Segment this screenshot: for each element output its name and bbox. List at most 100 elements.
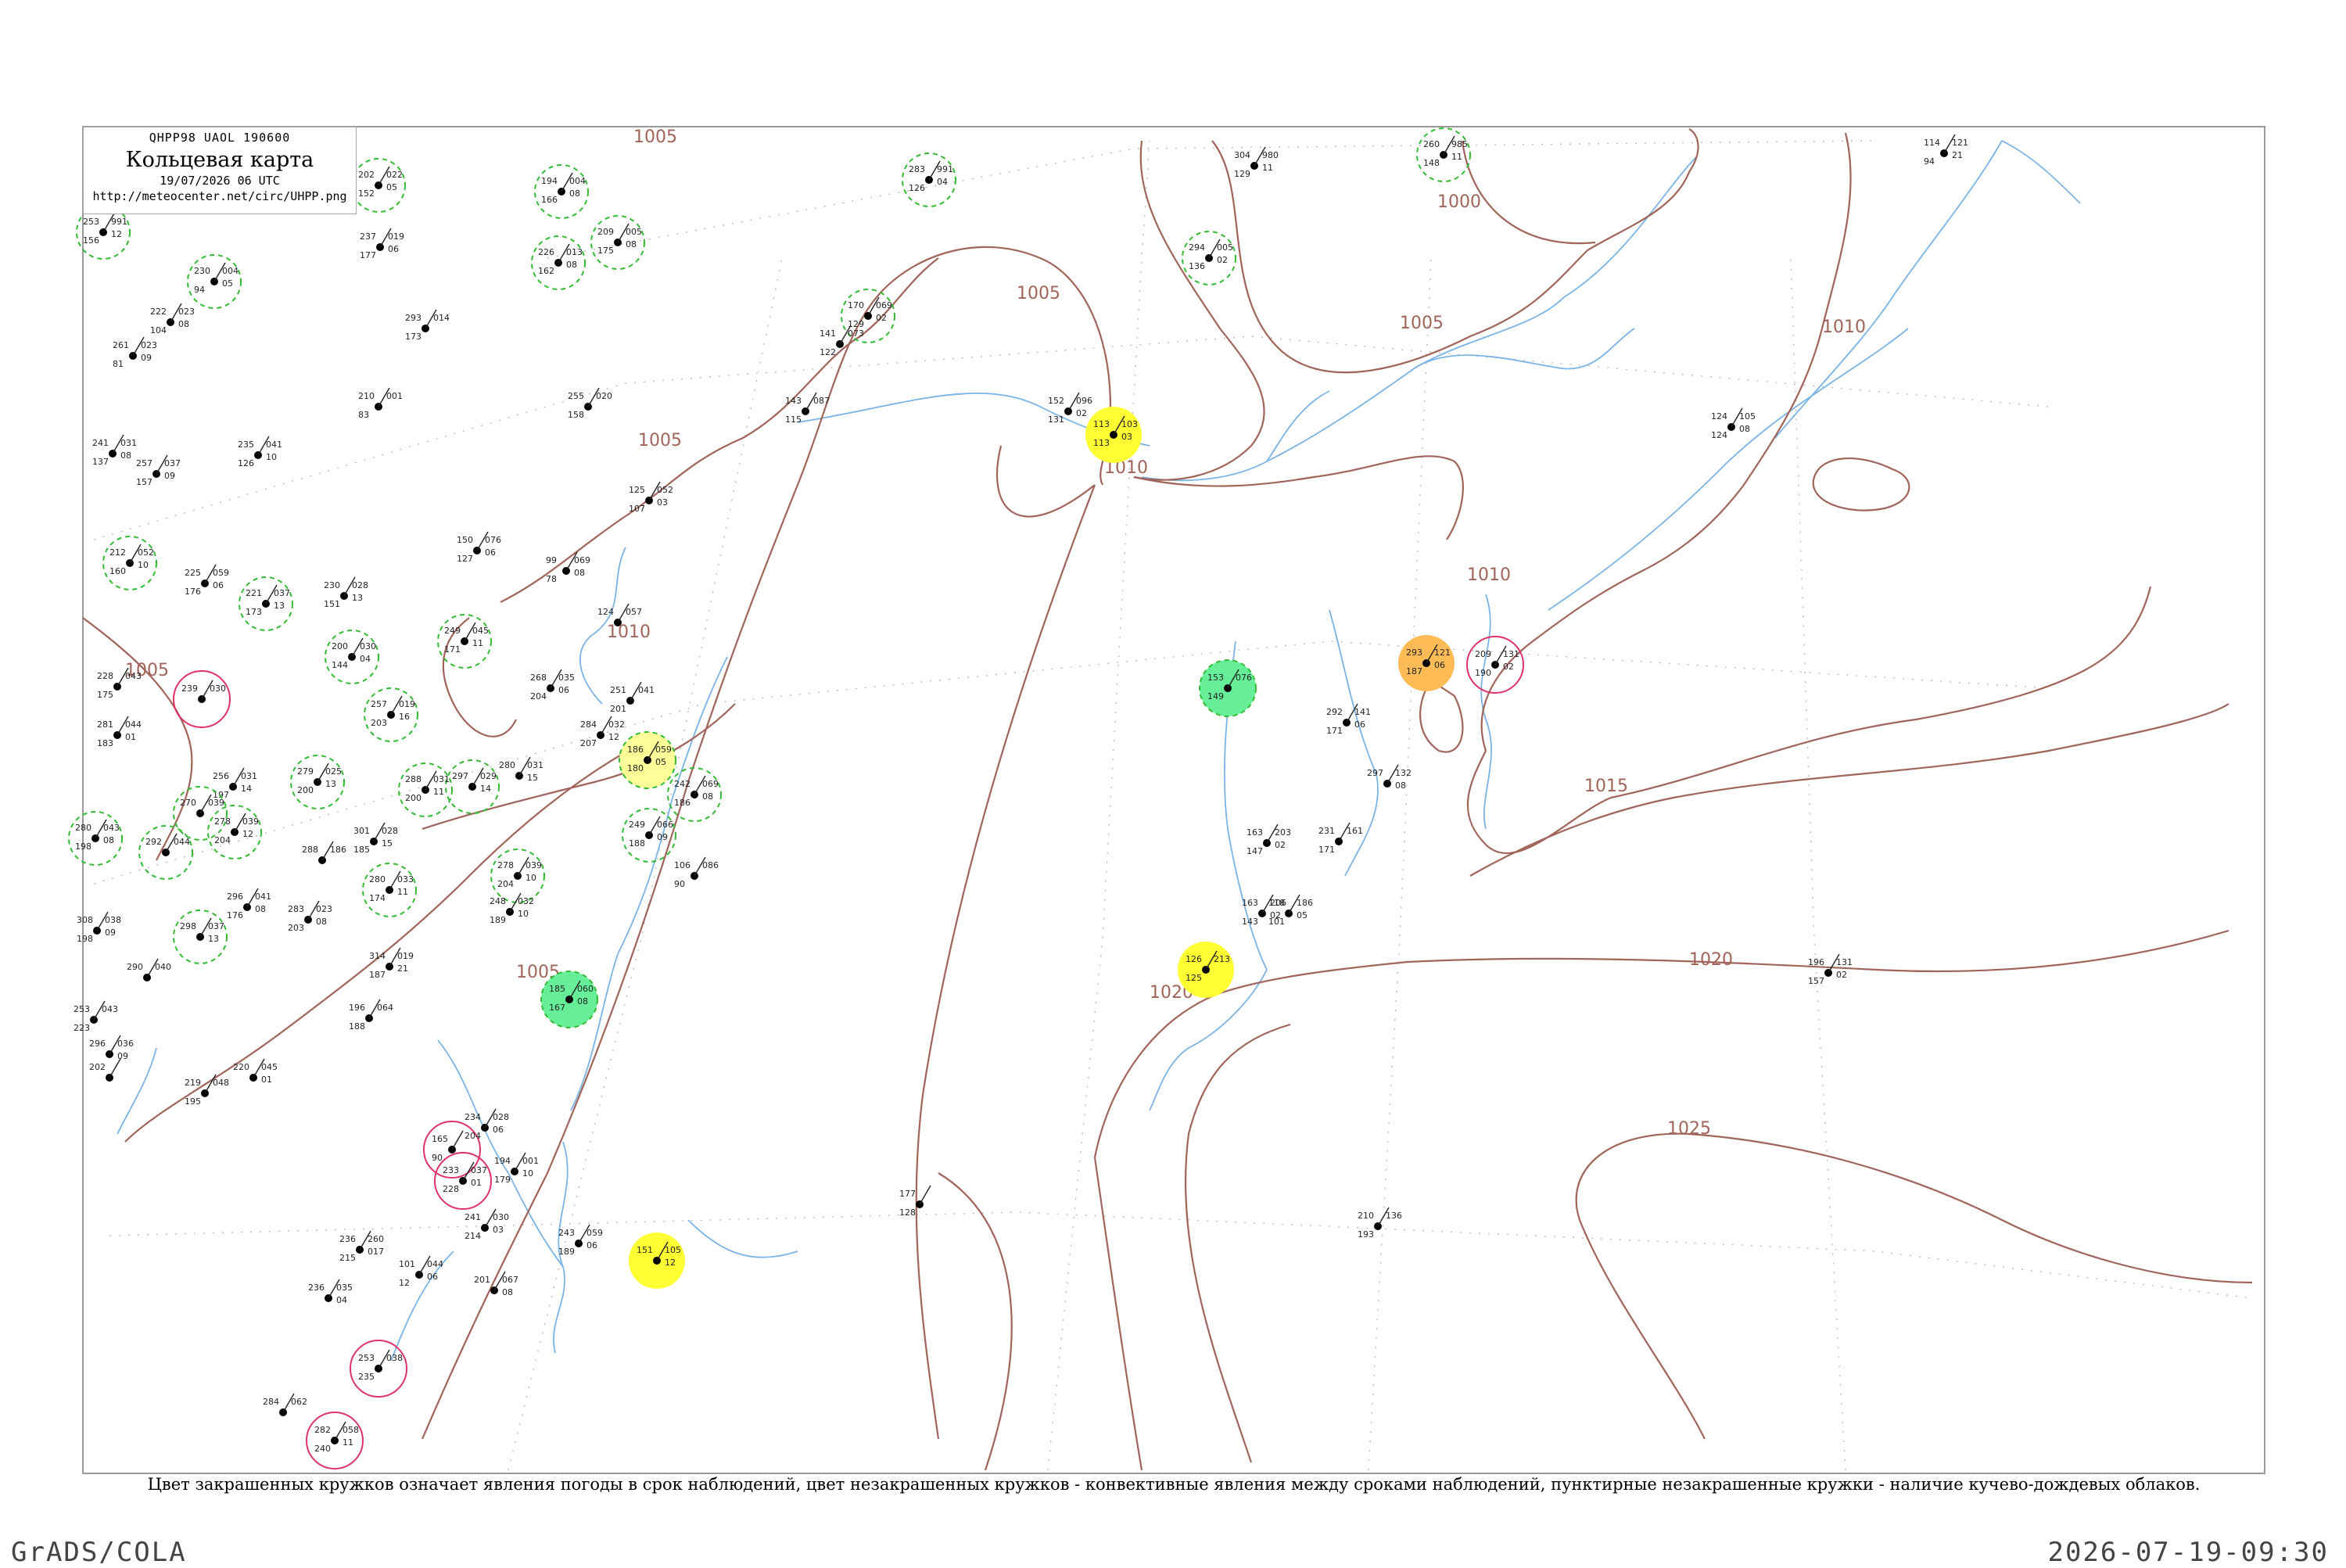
air-temperature: 219 [185, 1078, 201, 1088]
dew-point: 83 [358, 410, 369, 420]
footer-producer: GrADS/COLA [11, 1537, 187, 1568]
dew-point: 204 [214, 835, 231, 845]
pressure-tendency: 04 [937, 177, 948, 187]
pressure: 029 [480, 771, 497, 781]
dew-point: 113 [1093, 438, 1110, 448]
pressure: 031 [527, 760, 543, 770]
air-temperature: 292 [145, 837, 162, 847]
air-temperature: 209 [597, 227, 614, 237]
pressure: 044 [125, 719, 142, 730]
pressure: 038 [386, 1353, 403, 1363]
air-temperature: 253 [74, 1004, 90, 1014]
pressure-tendency: 21 [1952, 150, 1963, 160]
air-temperature: 202 [358, 170, 375, 180]
dew-point: 94 [1924, 156, 1935, 167]
pressure: 041 [255, 892, 271, 902]
air-temperature: 249 [444, 626, 461, 636]
air-temperature: 278 [497, 860, 514, 870]
dew-point: 186 [674, 798, 691, 808]
pressure-tendency: 08 [569, 188, 580, 199]
dew-point: 173 [246, 607, 262, 617]
dew-point: 125 [1186, 973, 1202, 983]
air-temperature: 150 [457, 535, 473, 545]
pressure: 161 [1347, 826, 1363, 836]
pressure: 060 [577, 984, 594, 994]
air-temperature: 281 [97, 719, 113, 730]
air-temperature: 209 [1475, 649, 1491, 659]
pressure: 069 [574, 555, 590, 565]
pressure: 136 [1386, 1211, 1402, 1221]
pressure: 031 [433, 774, 450, 784]
dew-point: 94 [194, 285, 205, 295]
dew-point: 173 [405, 332, 421, 342]
pressure: 039 [208, 798, 224, 808]
pressure-tendency: 02 [1503, 662, 1514, 672]
pressure-tendency: 10 [522, 1168, 533, 1179]
pressure-tendency: 06 [427, 1272, 438, 1282]
air-temperature: 248 [490, 896, 506, 906]
dew-point: 171 [444, 644, 461, 655]
air-temperature: 253 [358, 1353, 375, 1363]
air-temperature: 243 [558, 1228, 575, 1238]
pressure-tendency: 01 [125, 732, 136, 742]
pressure: 069 [702, 779, 719, 789]
pressure: 041 [638, 685, 655, 695]
air-temperature: 283 [909, 164, 925, 174]
isobar-label: 1005 [1400, 314, 1444, 333]
air-temperature: 242 [674, 779, 691, 789]
air-temperature: 298 [180, 921, 196, 931]
dew-point: 176 [185, 587, 201, 597]
dew-point: 175 [97, 690, 113, 700]
dew-point: 203 [288, 923, 304, 933]
pressure-tendency: 14 [480, 784, 491, 794]
dew-point: 189 [558, 1247, 575, 1257]
station-plot: 293 121 187 06 [1398, 635, 1455, 691]
pressure: 030 [210, 684, 226, 694]
pressure-tendency: 02 [1217, 255, 1228, 265]
dew-point: 187 [369, 970, 386, 980]
dew-point: 162 [538, 266, 554, 276]
air-temperature: 249 [629, 820, 645, 830]
station-plot: 151 105 12 [629, 1233, 685, 1289]
air-temperature: 308 [77, 915, 93, 925]
dew-point: 137 [92, 457, 109, 467]
isobar-label: 1010 [1822, 318, 1866, 337]
isobar-label: 1000 [1437, 192, 1481, 212]
isobar-label: 1005 [633, 127, 677, 147]
pressure-tendency: 08 [574, 568, 585, 578]
dew-point: 167 [549, 1003, 565, 1013]
map-datetime: 19/07/2026 06 UTC [160, 174, 280, 188]
air-temperature: 260 [1423, 139, 1440, 149]
pressure: 260 [368, 1234, 384, 1244]
pressure: 086 [702, 860, 719, 870]
pressure-tendency: 11 [1451, 152, 1462, 162]
pressure-tendency: 14 [241, 784, 252, 794]
pressure-tendency: 12 [111, 229, 122, 239]
dew-point: 128 [899, 1207, 916, 1218]
pressure: 037 [274, 588, 290, 598]
pressure-tendency: 06 [485, 547, 496, 558]
air-temperature: 257 [371, 699, 387, 709]
dew-point: 158 [568, 410, 584, 420]
dew-point: 126 [909, 183, 925, 193]
pressure: 019 [397, 951, 414, 961]
dew-point: 195 [185, 1096, 201, 1107]
air-temperature: 236 [308, 1283, 325, 1293]
dew-point: 122 [820, 347, 836, 357]
pressure: 057 [626, 607, 642, 617]
dew-point: 177 [360, 250, 376, 260]
pressure: 004 [569, 176, 586, 186]
pressure: 037 [208, 921, 224, 931]
pressure-tendency: 11 [1262, 163, 1273, 173]
pressure: 045 [261, 1062, 278, 1072]
dew-point: 171 [1326, 726, 1343, 736]
pressure: 035 [558, 673, 575, 683]
footer-timestamp: 2026-07-19-09:30 [2047, 1537, 2329, 1568]
pressure: 141 [1354, 707, 1371, 717]
dew-point: 179 [494, 1175, 511, 1185]
isobar-label: 1010 [607, 623, 651, 642]
pressure: 076 [1236, 673, 1252, 683]
pressure-tendency: 13 [208, 934, 219, 944]
dew-point: 180 [627, 763, 644, 773]
air-temperature: 233 [443, 1165, 459, 1175]
